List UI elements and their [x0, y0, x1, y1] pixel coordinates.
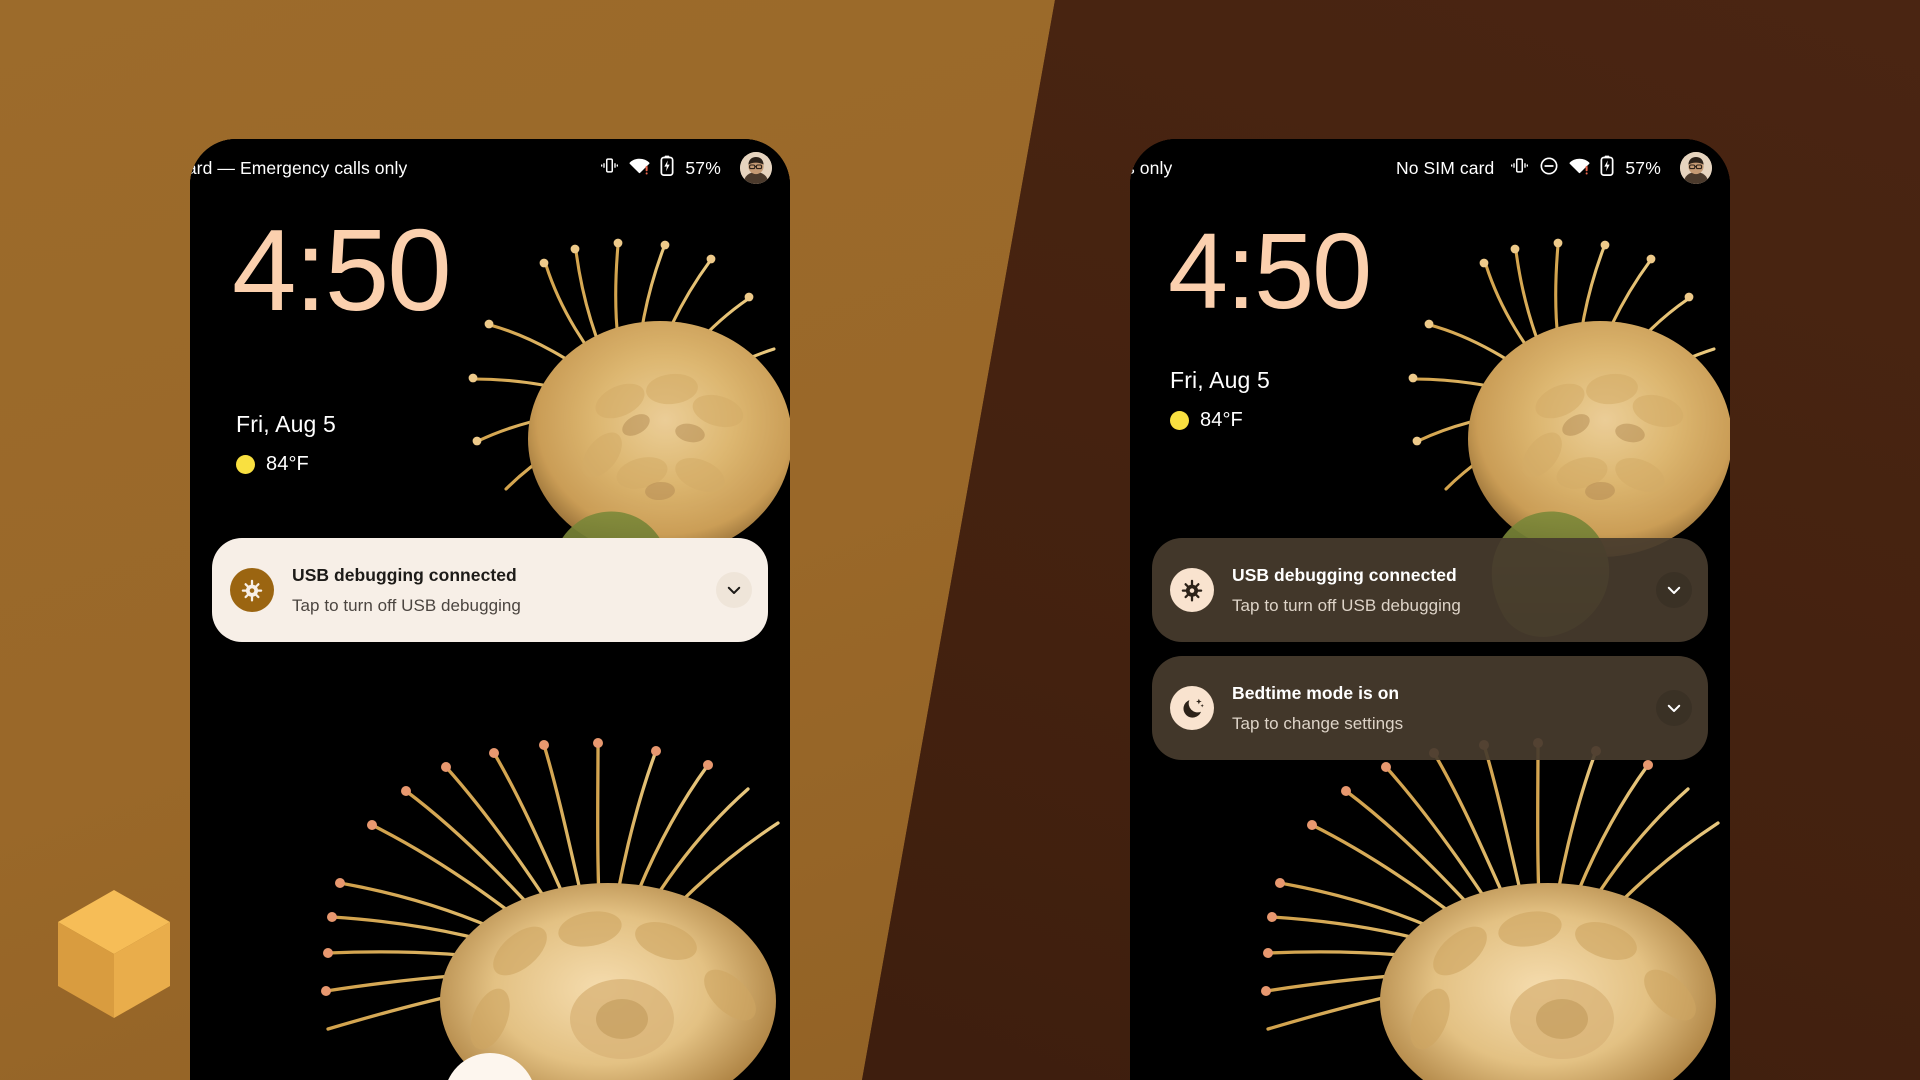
- carrier-label: card — Emergency calls only: [190, 157, 408, 178]
- notification-subtitle: Tap to turn off USB debugging: [1232, 595, 1461, 615]
- usb-debug-bug-icon: [230, 568, 274, 612]
- notification-text-block: Bedtime mode is on Tap to change setting…: [1232, 683, 1646, 734]
- status-bar-left: card — Emergency calls only 57%: [190, 139, 790, 197]
- lockscreen-weather[interactable]: 84°F: [236, 453, 336, 476]
- isometric-cube-logo: [52, 886, 176, 1022]
- vibrate-icon: [1510, 156, 1529, 180]
- notification-subtitle: Tap to turn off USB debugging: [292, 595, 521, 615]
- phone-right: lls only No SIM card: [1130, 139, 1730, 1080]
- chevron-down-icon[interactable]: [1656, 572, 1692, 608]
- lockscreen-weather[interactable]: 84°F: [1170, 409, 1270, 432]
- temperature-label: 84°F: [1200, 409, 1243, 431]
- notification-stack-right: USB debugging connected Tap to turn off …: [1152, 538, 1708, 774]
- sunny-icon: [236, 455, 255, 474]
- status-icons-right: 57%: [1510, 152, 1712, 184]
- lockscreen-date: Fri, Aug 5: [236, 411, 336, 437]
- notification-bedtime-mode[interactable]: Bedtime mode is on Tap to change setting…: [1152, 656, 1708, 760]
- lockscreen-date: Fri, Aug 5: [1170, 367, 1270, 393]
- lockscreen-clock: 4:50: [232, 205, 452, 335]
- date-weather-block-right: Fri, Aug 5 84°F: [1170, 367, 1270, 432]
- notification-text-block: USB debugging connected Tap to turn off …: [1232, 565, 1646, 616]
- temperature-label: 84°F: [266, 453, 309, 475]
- chevron-down-icon[interactable]: [716, 572, 752, 608]
- lockscreen-clock: 4:50: [1168, 210, 1372, 331]
- vibrate-icon: [600, 156, 619, 180]
- battery-percent-label: 57%: [1625, 157, 1661, 178]
- notification-text-block: USB debugging connected Tap to turn off …: [292, 565, 706, 616]
- screenshot-stage: card — Emergency calls only 57% 4:50 Fri…: [0, 0, 1920, 1080]
- wifi-alert-icon: [629, 156, 650, 180]
- notification-subtitle: Tap to change settings: [1232, 713, 1404, 733]
- notification-usb-debugging[interactable]: USB debugging connected Tap to turn off …: [212, 538, 768, 642]
- notification-title: USB debugging connected: [292, 564, 517, 585]
- user-avatar[interactable]: [1680, 152, 1712, 184]
- notification-usb-debugging[interactable]: USB debugging connected Tap to turn off …: [1152, 538, 1708, 642]
- status-bar-right: lls only No SIM card: [1130, 139, 1730, 197]
- battery-percent-label: 57%: [685, 157, 721, 178]
- notification-title: USB debugging connected: [1232, 564, 1457, 585]
- sunny-icon: [1170, 411, 1189, 430]
- battery-charging-icon: [660, 155, 674, 181]
- notification-stack-left: USB debugging connected Tap to turn off …: [212, 538, 768, 656]
- bedtime-moon-icon: [1170, 686, 1214, 730]
- user-avatar[interactable]: [740, 152, 772, 184]
- usb-debug-bug-icon: [1170, 568, 1214, 612]
- battery-charging-icon: [1600, 155, 1614, 181]
- status-icons-left: 57%: [600, 152, 772, 184]
- carrier-label-primary: lls only: [1130, 157, 1173, 178]
- date-weather-block-left: Fri, Aug 5 84°F: [236, 411, 336, 476]
- chevron-down-icon[interactable]: [1656, 690, 1692, 726]
- wifi-alert-icon: [1569, 156, 1590, 180]
- carrier-label-secondary: No SIM card: [1396, 157, 1495, 178]
- do-not-disturb-icon: [1539, 156, 1559, 181]
- phone-left: card — Emergency calls only 57% 4:50 Fri…: [190, 139, 790, 1080]
- notification-title: Bedtime mode is on: [1232, 682, 1400, 703]
